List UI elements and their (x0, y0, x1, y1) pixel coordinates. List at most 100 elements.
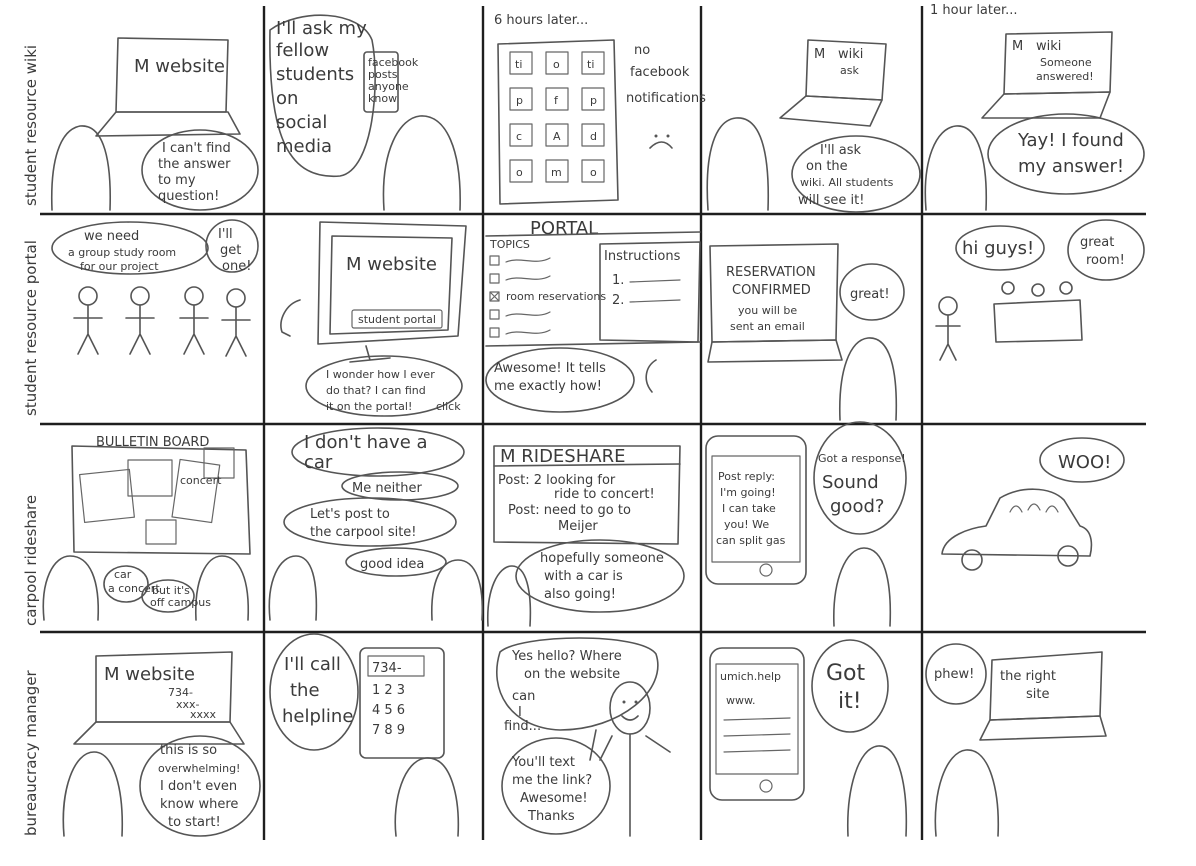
panel-rideshare-1: BULLETIN BOARD concert car a concert but… (42, 435, 251, 621)
table (993, 299, 1083, 343)
row-label-portal: student resource portal (22, 240, 40, 416)
stick-figures (73, 286, 251, 357)
svg-text:social: social (276, 112, 327, 133)
svg-text:can split gas: can split gas (716, 534, 786, 547)
row-label-bureaucracy: bureaucracy manager (22, 669, 40, 836)
row-label-wiki: student resource wiki (22, 45, 40, 206)
svg-text:know where: know where (160, 797, 238, 812)
svg-text:fellow: fellow (276, 40, 329, 61)
svg-text:M: M (1012, 39, 1023, 54)
svg-text:Awesome!: Awesome! (520, 791, 588, 806)
svg-text:facebook: facebook (630, 65, 690, 80)
svg-text:get: get (220, 243, 241, 258)
person-hair (838, 337, 898, 421)
panel-portal-2: M website student portal I wonder how I … (280, 221, 467, 417)
panel-portal-5: hi guys! great room! (935, 219, 1145, 361)
svg-text:RESERVATION: RESERVATION (726, 265, 816, 280)
panel-bureaucracy-5: phew! the right site (925, 643, 1107, 837)
svg-text:A: A (553, 130, 561, 143)
svg-text:one!: one! (222, 259, 251, 274)
person-hair (394, 757, 460, 837)
svg-text:sent an email: sent an email (730, 320, 805, 333)
app-icons-grid: ti o ti p f p c A d o m o (509, 51, 605, 183)
panel-portal-3: PORTAL TOPICS room reservations Instruct… (485, 218, 701, 413)
svg-text:M: M (814, 47, 825, 62)
svg-text:car: car (304, 452, 333, 473)
svg-text:question!: question! (158, 189, 219, 204)
panel-bureaucracy-1: M website 734- xxx- xxxx this is so over… (62, 651, 261, 837)
laptop-screen (989, 651, 1103, 721)
svg-text:helpline: helpline (282, 706, 353, 727)
person-face (280, 299, 301, 337)
keypad-row[interactable]: 7 8 9 (372, 723, 405, 738)
panel-rideshare-2: I don't have a car Me neither Let's post… (268, 427, 484, 621)
panel-bureaucracy-3: Yes hello? Where on the website can I fi… (496, 637, 671, 837)
svg-text:the answer: the answer (158, 157, 231, 172)
svg-text:Someone: Someone (1040, 56, 1092, 69)
svg-text:Let's post to: Let's post to (310, 507, 390, 522)
svg-text:Awesome! It tells: Awesome! It tells (494, 361, 606, 376)
svg-text:do that? I can find: do that? I can find (326, 384, 426, 397)
person-hair (268, 555, 318, 621)
svg-text:phew!: phew! (934, 667, 974, 682)
svg-text:Me neither: Me neither (352, 481, 423, 496)
svg-text:know: know (368, 92, 397, 105)
svg-text:PORTAL: PORTAL (530, 218, 598, 239)
svg-text:m: m (551, 166, 562, 179)
laptop-keyboard (981, 91, 1111, 119)
svg-text:o: o (553, 58, 560, 71)
laptop-keyboard (707, 339, 843, 363)
svg-text:wiki. All students: wiki. All students (800, 176, 894, 189)
svg-text:I'll: I'll (218, 227, 233, 242)
svg-text:Post reply:: Post reply: (718, 470, 775, 483)
svg-text:M website: M website (104, 664, 195, 685)
svg-text:notifications: notifications (626, 91, 706, 106)
svg-text:this is so: this is so (160, 743, 217, 758)
svg-text:to my: to my (158, 173, 196, 188)
svg-text:good idea: good idea (360, 557, 424, 572)
svg-text:site: site (1026, 687, 1049, 702)
svg-text:on: on (276, 88, 298, 109)
keypad-row[interactable]: 1 2 3 (372, 683, 405, 698)
bulletin-board (71, 445, 251, 555)
panel-wiki-1: M website I can't find the answer to my … (50, 37, 259, 211)
svg-text:I can take: I can take (722, 502, 776, 515)
person-hair (924, 125, 988, 211)
topic-room-reservations[interactable]: room reservations (506, 290, 606, 303)
svg-text:my answer!: my answer! (1018, 156, 1124, 177)
svg-text:WOO!: WOO! (1058, 452, 1111, 473)
svg-text:Sound: Sound (822, 472, 879, 493)
svg-text:www.: www. (726, 694, 755, 707)
laptop-keyboard (979, 715, 1107, 741)
phone-home-button[interactable] (759, 563, 773, 577)
sad-face-icon (649, 141, 673, 149)
svg-text:no: no (634, 43, 650, 58)
svg-text:I'll call: I'll call (284, 654, 341, 675)
svg-text:find...: find... (504, 719, 541, 734)
panel-portal-4: RESERVATION CONFIRMED you will be sent a… (707, 243, 905, 421)
svg-text:I: I (518, 705, 522, 720)
svg-text:will see it!: will see it! (798, 193, 864, 208)
svg-text:we need: we need (84, 229, 139, 244)
svg-text:on the website: on the website (524, 667, 620, 682)
svg-text:students: students (276, 64, 354, 85)
svg-text:can: can (512, 689, 535, 704)
laptop-keyboard (779, 95, 883, 127)
svg-text:734-: 734- (372, 661, 402, 676)
svg-text:M RIDESHARE: M RIDESHARE (500, 446, 625, 467)
svg-text:on the: on the (806, 159, 848, 174)
svg-text:I don't have a: I don't have a (304, 432, 428, 453)
phone-home-button[interactable] (759, 779, 773, 793)
svg-text:I don't even: I don't even (160, 779, 237, 794)
svg-text:CONFIRMED: CONFIRMED (732, 283, 811, 298)
person-hair (846, 745, 908, 837)
keypad-row[interactable]: 4 5 6 (372, 703, 405, 718)
svg-text:TOPICS: TOPICS (489, 238, 530, 251)
svg-text:d: d (590, 130, 597, 143)
svg-text:p: p (516, 94, 523, 107)
svg-text:the: the (290, 680, 320, 701)
panel-wiki-5: 1 hour later... M wiki Someone answered!… (924, 3, 1145, 211)
panel-rideshare-5: WOO! (941, 437, 1125, 571)
svg-text:ask: ask (840, 64, 859, 77)
svg-text:I wonder how I ever: I wonder how I ever (326, 368, 435, 381)
